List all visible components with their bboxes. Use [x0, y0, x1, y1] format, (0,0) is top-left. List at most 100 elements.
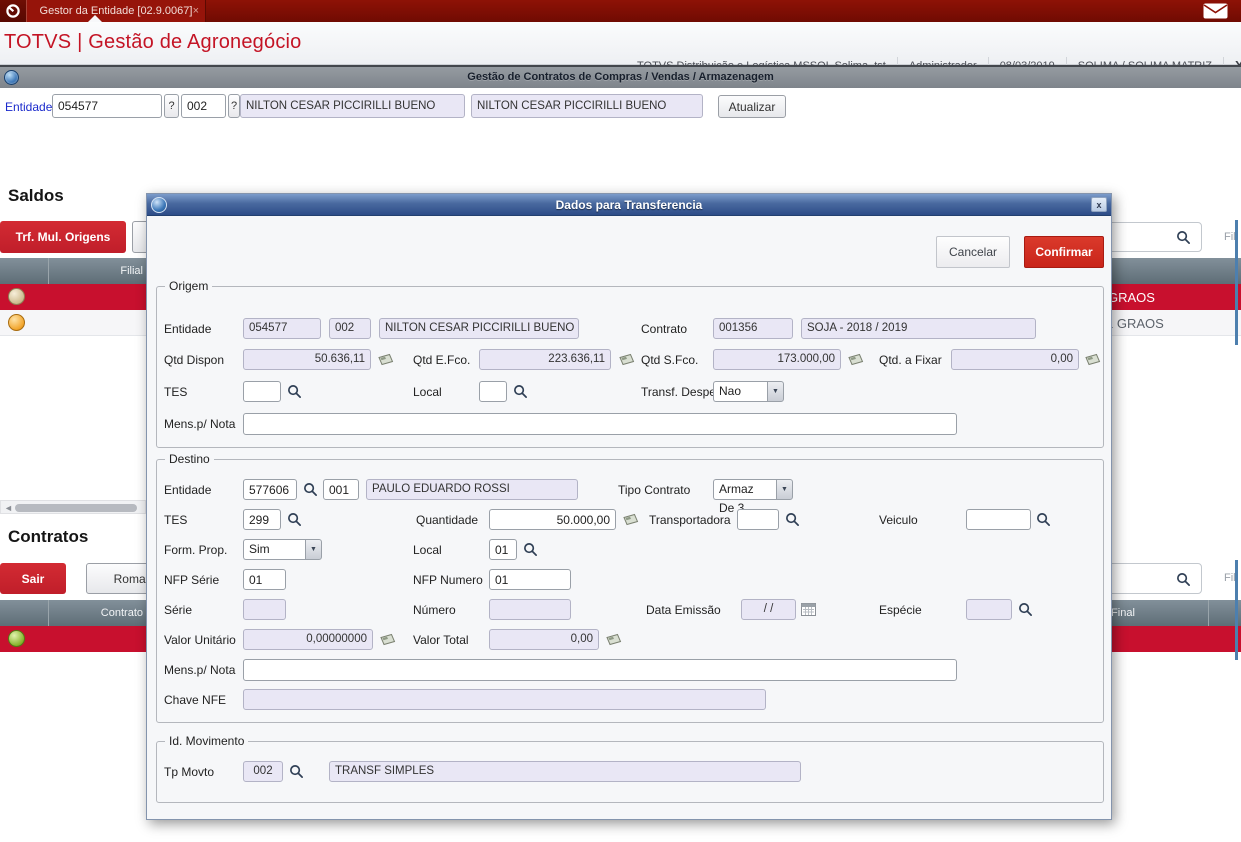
scroll-left-arrow-icon[interactable]: ◄ [4, 501, 13, 515]
calculator-icon[interactable] [621, 513, 639, 526]
status-dot-icon [8, 630, 25, 647]
filial-column-header[interactable]: Filial [48, 265, 143, 277]
dialog-globe-icon [151, 197, 167, 213]
transf-despesa-value[interactable]: Nao [713, 381, 767, 402]
especie-field [966, 599, 1012, 620]
title-separator: | [77, 31, 83, 53]
form-prop-value[interactable]: Sim [243, 539, 305, 560]
horizontal-scrollbar[interactable]: ◄ [0, 500, 146, 514]
entity-code-input[interactable] [52, 94, 162, 118]
entity-name-confirm-field: NILTON CESAR PICCIRILLI BUENO [471, 94, 703, 118]
destino-mens-label: Mens.p/ Nota [164, 663, 236, 677]
quantidade-label: Quantidade [416, 513, 479, 527]
valor-unitario-label: Valor Unitário [164, 633, 236, 647]
qtd-fixar-field: 0,00 [951, 349, 1079, 370]
tipo-contrato-combo[interactable]: Armaz De 3 ▼ [713, 479, 793, 515]
nfp-numero-label: NFP Numero [413, 573, 483, 587]
refresh-button[interactable]: Atualizar [718, 95, 786, 118]
destino-tes-label: TES [164, 513, 188, 527]
origem-legend: Origem [165, 279, 213, 293]
transf-despesa-combo[interactable]: Nao ▼ [713, 381, 784, 402]
lookup-icon[interactable] [1036, 512, 1051, 527]
origem-local-input[interactable] [479, 381, 507, 402]
entity-store-lookup-button[interactable]: ? [228, 94, 240, 118]
saldos-row1-text: GRAOS [1108, 290, 1155, 305]
lookup-icon[interactable] [303, 482, 318, 497]
origem-tes-input[interactable] [243, 381, 281, 402]
contratos-filter-label: Fil [1224, 572, 1236, 584]
calculator-icon[interactable] [617, 353, 635, 366]
nfp-numero-input[interactable] [489, 569, 571, 590]
lookup-icon[interactable] [289, 764, 304, 779]
data-emissao-field[interactable]: / / [741, 599, 796, 620]
entity-store-input[interactable] [181, 94, 226, 118]
tp-movto-field: 002 [243, 761, 283, 782]
calculator-icon[interactable] [846, 353, 864, 366]
search-icon [1177, 231, 1190, 244]
quantidade-input[interactable] [489, 509, 616, 530]
lookup-icon[interactable] [785, 512, 800, 527]
chave-nfe-field [243, 689, 766, 710]
app-header: TOTVS | Gestão de Agronegócio TOTVS Dist… [0, 22, 1241, 75]
dialog-close-icon[interactable]: x [1091, 197, 1107, 212]
scrollbar-thumb[interactable] [15, 504, 137, 512]
transportadora-input[interactable] [737, 509, 779, 530]
calculator-icon[interactable] [1083, 353, 1101, 366]
qtd-sfco-label: Qtd S.Fco. [641, 353, 699, 367]
origem-contrato-label: Contrato [641, 322, 688, 336]
saldos-title: Saldos [8, 186, 64, 205]
calculator-icon[interactable] [376, 353, 394, 366]
origem-entidade-label: Entidade [164, 322, 212, 336]
form-prop-label: Form. Prop. [164, 543, 228, 557]
origem-mens-input[interactable] [243, 413, 957, 435]
destino-entidade-input[interactable] [243, 479, 297, 500]
transfer-dialog: Dados para Transferencia x Cancelar Conf… [146, 193, 1112, 820]
lookup-icon[interactable] [287, 384, 302, 399]
qtd-fixar-label: Qtd. a Fixar [879, 353, 942, 367]
numero-label: Número [413, 603, 456, 617]
tp-movto-label: Tp Movto [164, 765, 215, 779]
entity-name-field: NILTON CESAR PICCIRILLI BUENO [240, 94, 465, 118]
transportadora-label: Transportadora [649, 513, 731, 527]
tab-close-icon[interactable]: × [193, 0, 199, 22]
chevron-down-icon[interactable]: ▼ [776, 479, 793, 500]
veiculo-input[interactable] [966, 509, 1031, 530]
lookup-icon[interactable] [523, 542, 538, 557]
destino-legend: Destino [165, 452, 214, 466]
top-bar: Gestor da Entidade [02.9.0067] × [0, 0, 1241, 22]
lookup-icon[interactable] [513, 384, 528, 399]
form-prop-combo[interactable]: Sim ▼ [243, 539, 322, 560]
final-column-header[interactable]: .Final [1108, 607, 1135, 619]
mail-icon[interactable] [1203, 3, 1228, 19]
confirm-button[interactable]: Confirmar [1024, 236, 1104, 268]
window-tab[interactable]: Gestor da Entidade [02.9.0067] × [26, 0, 206, 22]
calculator-icon[interactable] [604, 633, 622, 646]
lookup-icon[interactable] [1018, 602, 1033, 617]
entity-code-lookup-button[interactable]: ? [164, 94, 179, 118]
destino-mens-input[interactable] [243, 659, 957, 681]
sair-button[interactable]: Sair [0, 563, 66, 594]
module-name: Gestão de Agronegócio [88, 31, 302, 53]
chevron-down-icon[interactable]: ▼ [767, 381, 784, 402]
destino-store-input[interactable] [323, 479, 359, 500]
totvs-logo-icon [6, 4, 20, 18]
destino-tes-input[interactable] [243, 509, 281, 530]
contratos-title: Contratos [8, 527, 89, 546]
destino-entidade-label: Entidade [164, 483, 212, 497]
destino-local-input[interactable] [489, 539, 517, 560]
contrato-column-header[interactable]: Contrato [48, 607, 143, 619]
status-dot-icon [8, 288, 25, 305]
calendar-icon[interactable] [801, 602, 816, 616]
trf-mul-origens-button[interactable]: Trf. Mul. Origens [0, 221, 126, 253]
tipo-contrato-value[interactable]: Armaz De 3 [713, 479, 776, 515]
cancel-button[interactable]: Cancelar [936, 236, 1010, 268]
lookup-icon[interactable] [287, 512, 302, 527]
nfp-serie-input[interactable] [243, 569, 286, 590]
origem-contrato-desc: SOJA - 2018 / 2019 [801, 318, 1036, 339]
calculator-icon[interactable] [378, 633, 396, 646]
status-dot-icon [8, 314, 25, 331]
valor-unitario-field: 0,00000000 [243, 629, 373, 650]
origem-contrato-code: 001356 [713, 318, 793, 339]
entity-label: Entidade [5, 100, 53, 114]
chevron-down-icon[interactable]: ▼ [305, 539, 322, 560]
